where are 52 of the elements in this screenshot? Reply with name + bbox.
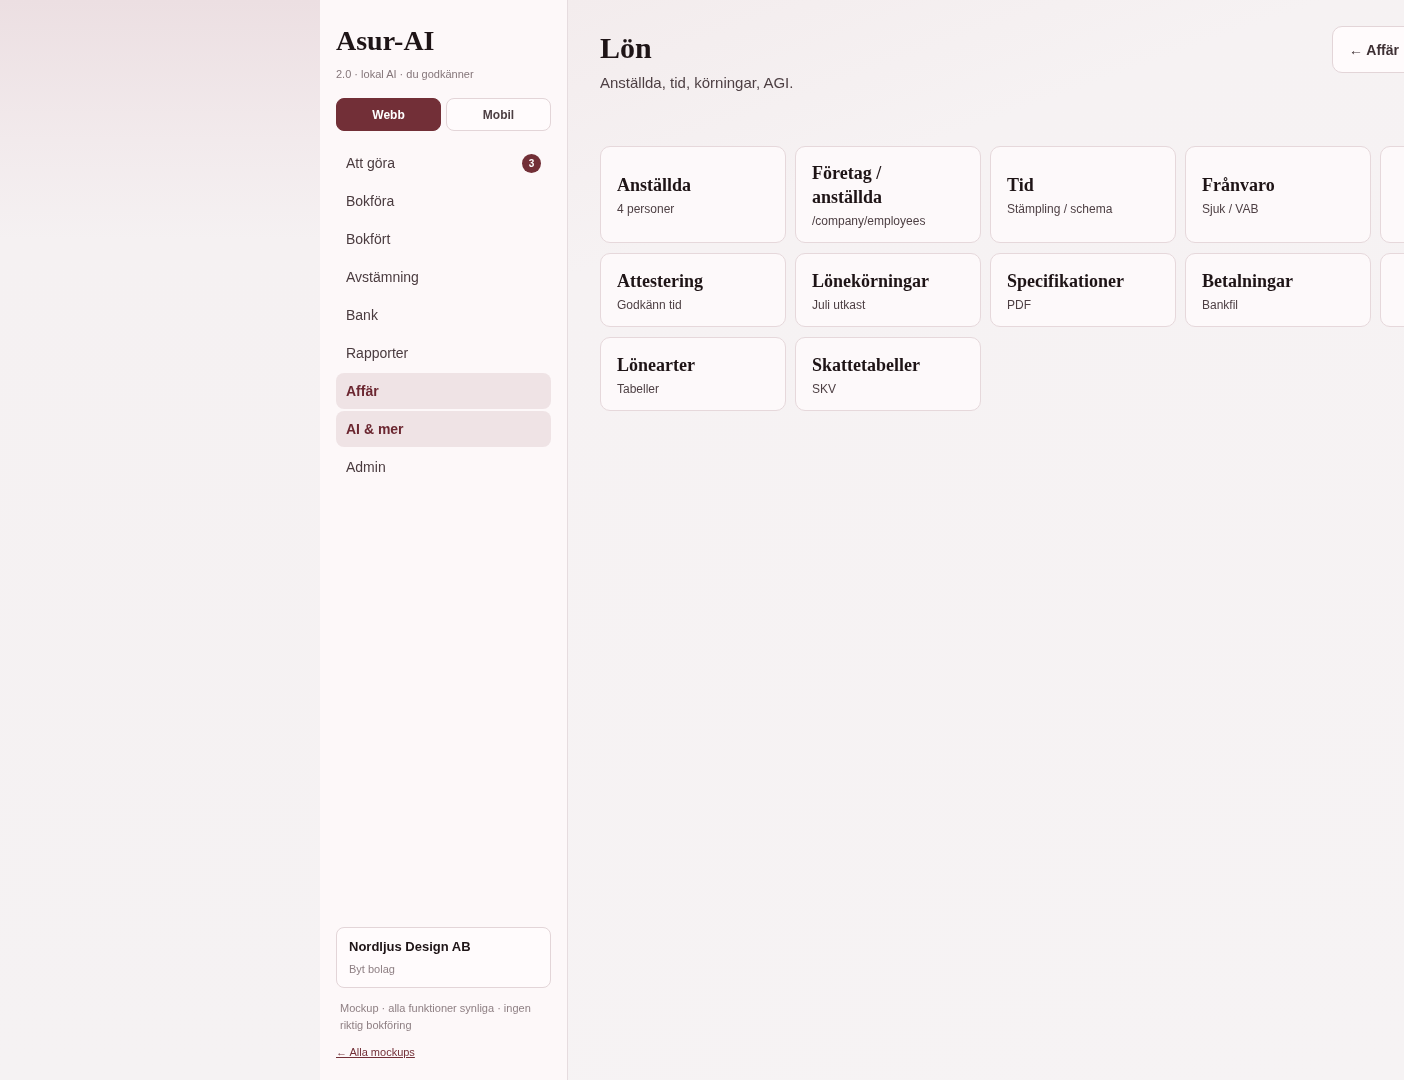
- nav-item[interactable]: Att göra 3: [336, 145, 551, 181]
- count-badge: 3: [522, 153, 541, 173]
- page-title: Lön: [600, 32, 652, 63]
- card-subtitle: SKV: [812, 381, 836, 396]
- nav-card[interactable]: Betalningar Bankfil: [1185, 253, 1371, 327]
- card-subtitle: Bankfil: [1202, 297, 1239, 312]
- card-title: Lönearter: [617, 353, 695, 377]
- view-tab[interactable]: Mobil: [446, 98, 551, 131]
- nav-card[interactable]: Tid Stämpling / schema: [990, 146, 1176, 243]
- nav-card[interactable]: Frånvaro Sjuk / VAB: [1185, 146, 1371, 243]
- company-name: Nordljus Design AB: [349, 939, 472, 954]
- nav-item[interactable]: Admin: [336, 449, 551, 485]
- nav-item[interactable]: Bokföra: [336, 183, 551, 219]
- card-subtitle: Stämpling / schema: [1007, 202, 1113, 216]
- brand-title: Asur-AI: [336, 26, 435, 56]
- view-tab[interactable]: Webb: [336, 98, 441, 131]
- card-subtitle: /company/employees: [812, 214, 926, 228]
- back-link[interactable]: ← Alla mockups: [336, 1046, 415, 1058]
- card-subtitle: 4 personer: [617, 202, 675, 216]
- back-button[interactable]: ← Affär: [1331, 26, 1404, 73]
- nav-card[interactable]: Attestering Godkänn tid: [600, 253, 786, 327]
- card-subtitle: Sjuk / VAB: [1202, 202, 1259, 216]
- nav-card[interactable]: Lönearter Tabeller: [600, 337, 786, 411]
- brand-tagline: 2.0 · lokal AI · du godkänner: [336, 68, 474, 80]
- mockup-note: Mockup · alla funktioner synliga · ingen riktig bokföring: [339, 1001, 532, 1033]
- card-title: Skattetabeller: [812, 353, 920, 377]
- nav-card[interactable]: Företag / anställda /company/employees: [795, 146, 981, 243]
- nav-item[interactable]: Avstämning: [336, 259, 551, 295]
- nav-item[interactable]: AI & mer: [336, 411, 551, 447]
- nav-item[interactable]: Affär: [336, 373, 551, 409]
- nav-item[interactable]: Bank: [336, 297, 551, 333]
- card-title: Attestering: [617, 269, 703, 293]
- nav-card[interactable]: Specifikationer PDF: [990, 253, 1176, 327]
- card-title: Tid: [1007, 174, 1034, 197]
- company-switcher[interactable]: Nordljus Design AB Byt bolag: [336, 927, 551, 988]
- nav-card[interactable]: Anställda 4 personer: [600, 146, 786, 243]
- card-title: Specifikationer: [1007, 269, 1124, 293]
- nav-card[interactable]: Skattetabeller SKV: [795, 337, 981, 411]
- page-subtitle: Anställda, tid, körningar, AGI.: [600, 74, 794, 91]
- card-subtitle: Tabeller: [617, 381, 660, 396]
- card-subtitle: Juli utkast: [812, 297, 866, 312]
- card-subtitle: Godkänn tid: [617, 297, 682, 312]
- company-action: Byt bolag: [349, 963, 396, 975]
- card-subtitle: PDF: [1007, 297, 1031, 312]
- card-title: Lönekörningar: [812, 269, 930, 293]
- card-title: Anställda: [617, 174, 692, 197]
- card-title: Betalningar: [1202, 269, 1293, 293]
- card-title: Företag / anställda: [812, 162, 884, 209]
- nav-item[interactable]: Bokfört: [336, 221, 551, 257]
- nav-card[interactable]: Lönekörningar Juli utkast: [795, 253, 981, 327]
- nav-item[interactable]: Rapporter: [336, 335, 551, 371]
- card-title: Frånvaro: [1202, 174, 1275, 197]
